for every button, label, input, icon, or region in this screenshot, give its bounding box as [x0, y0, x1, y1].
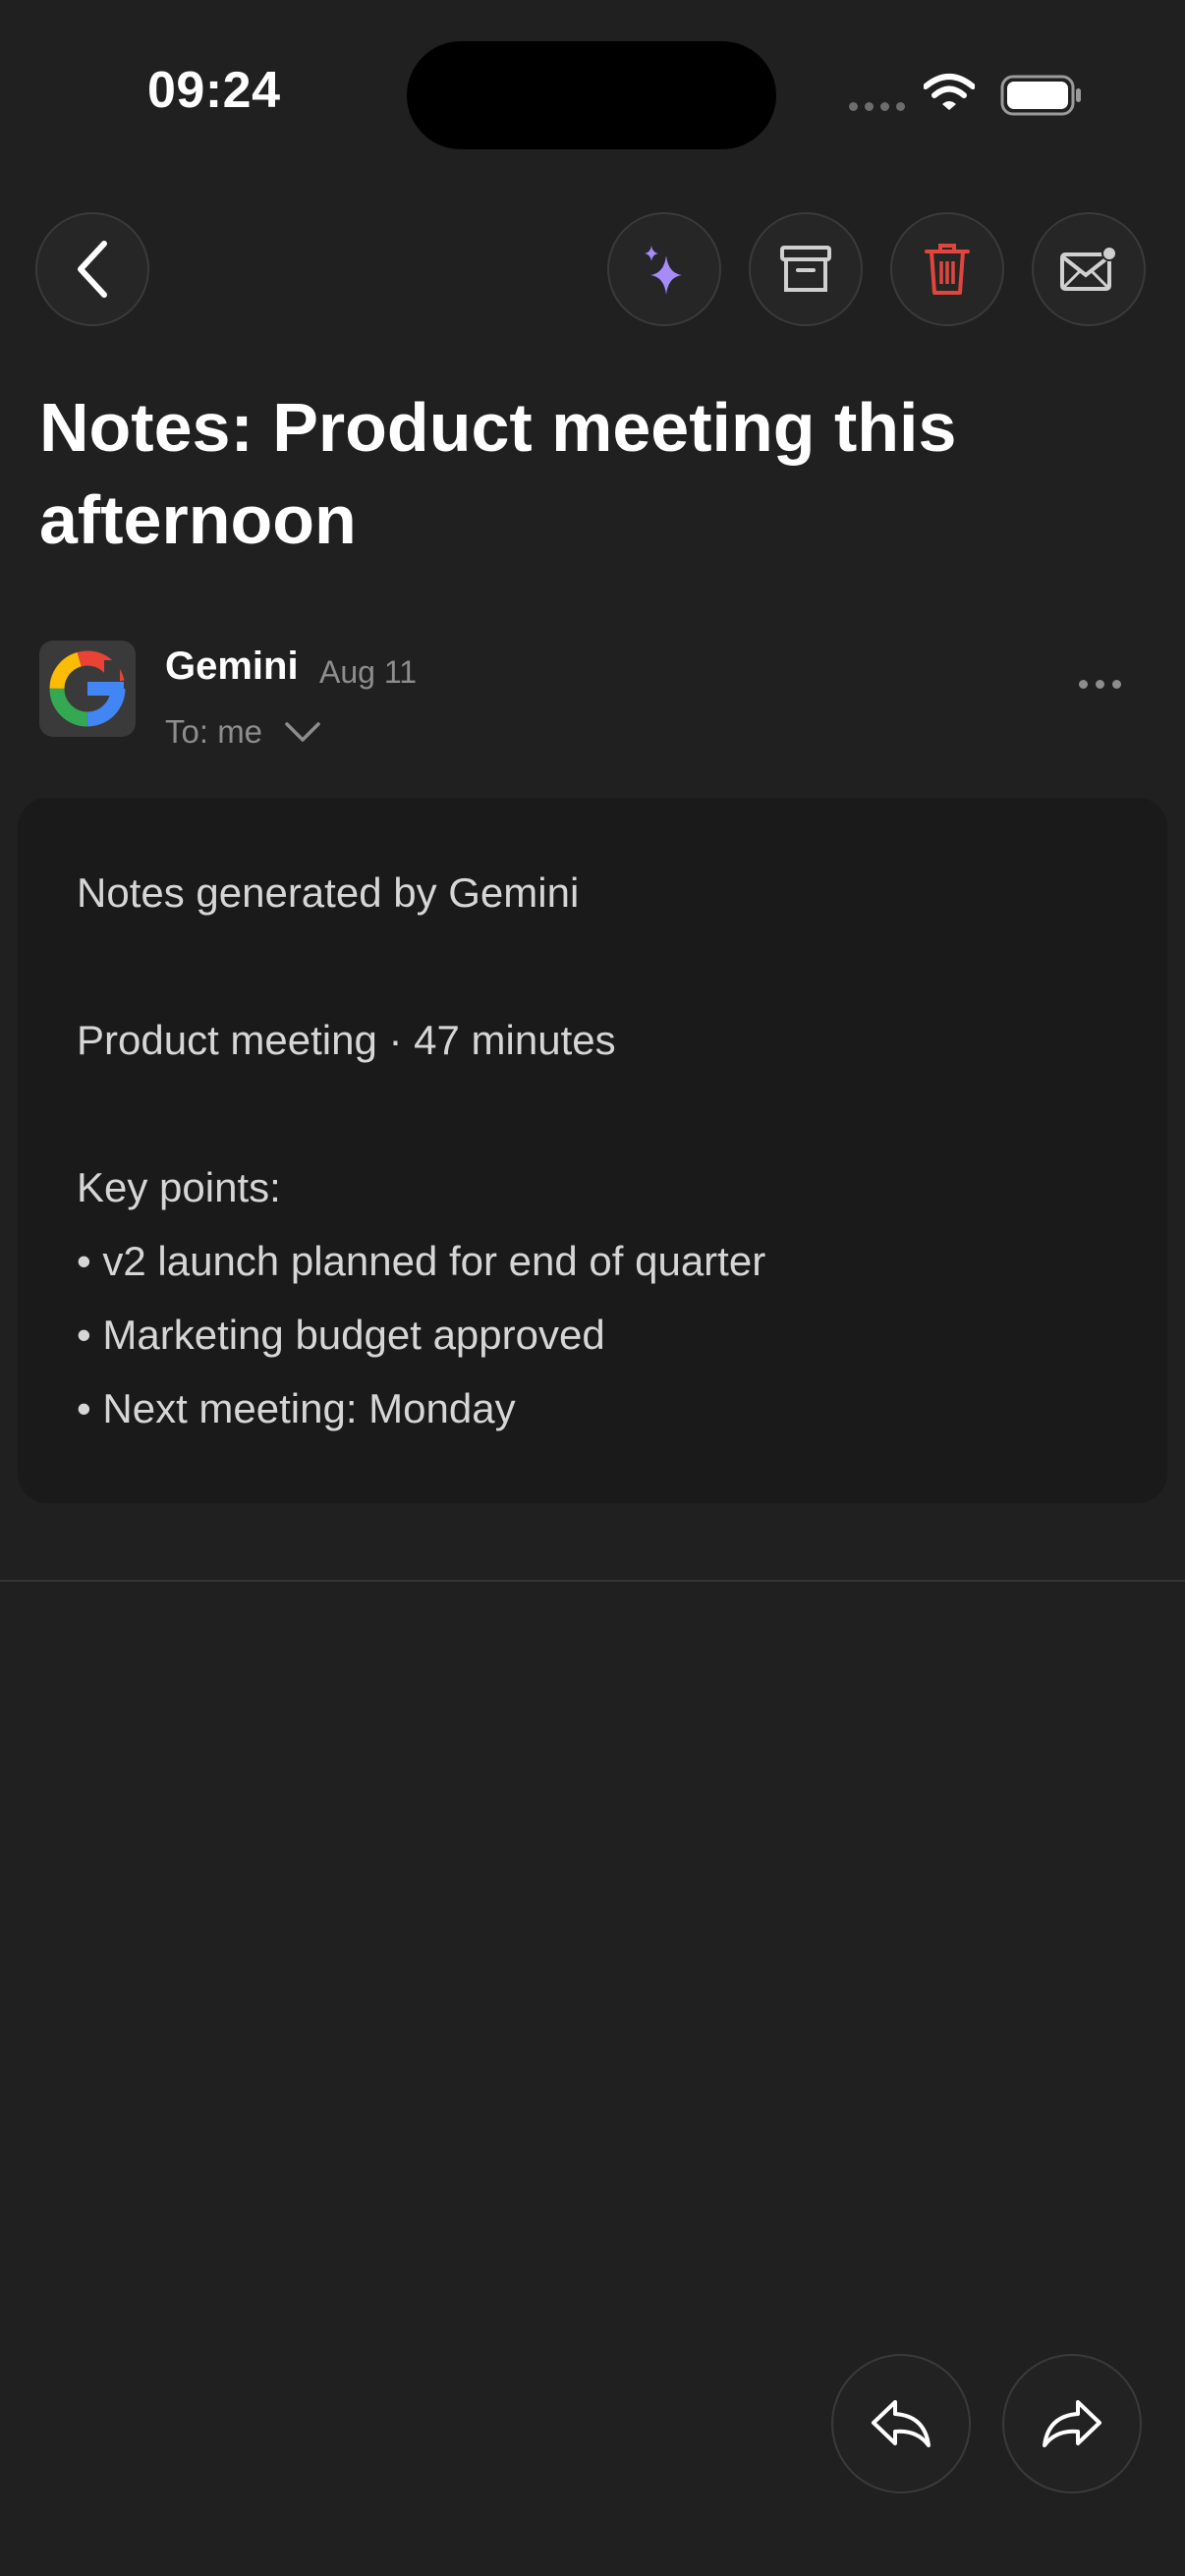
key-point-item: • Marketing budget approved [77, 1312, 605, 1358]
sparkle-icon [645, 246, 682, 295]
delete-button[interactable] [890, 212, 1004, 326]
key-points-label: Key points: [77, 1164, 281, 1210]
ai-summary-button[interactable] [607, 212, 721, 326]
mark-unread-button[interactable] [1032, 212, 1146, 326]
key-point-item: • v2 launch planned for end of quarter [77, 1238, 766, 1284]
forward-icon [1043, 2400, 1101, 2447]
reply-icon [872, 2400, 931, 2447]
body-line-intro: Notes generated by Gemini [77, 869, 580, 916]
archive-button[interactable] [749, 212, 863, 326]
chevron-left-icon [78, 241, 107, 298]
forward-button[interactable] [1002, 2354, 1142, 2493]
email-subject: Notes: Product meeting this afternoon [39, 389, 957, 558]
divider [0, 1580, 1185, 1582]
chevron-down-icon [285, 722, 320, 742]
cellular-signal-icon [849, 102, 905, 111]
recipients-label: To: me [165, 713, 263, 750]
back-button[interactable] [35, 212, 149, 326]
body-line-meeting: Product meeting · 47 minutes [77, 1017, 616, 1063]
recipients-toggle[interactable]: To: me [165, 713, 321, 751]
archive-icon [780, 246, 831, 292]
envelope-dot-icon [1060, 246, 1117, 291]
key-point-item: • Next meeting: Monday [77, 1385, 516, 1431]
dynamic-island [407, 41, 776, 149]
reply-button[interactable] [831, 2354, 971, 2493]
google-logo-icon [49, 650, 126, 727]
more-options-button[interactable] [1079, 680, 1121, 689]
email-date: Aug 11 [319, 654, 418, 690]
avatar [39, 641, 136, 737]
status-time: 09:24 [147, 62, 281, 119]
wifi-icon [924, 74, 975, 110]
trash-icon [925, 244, 970, 295]
sender-name[interactable]: Gemini [165, 644, 299, 689]
battery-icon [1000, 75, 1081, 116]
